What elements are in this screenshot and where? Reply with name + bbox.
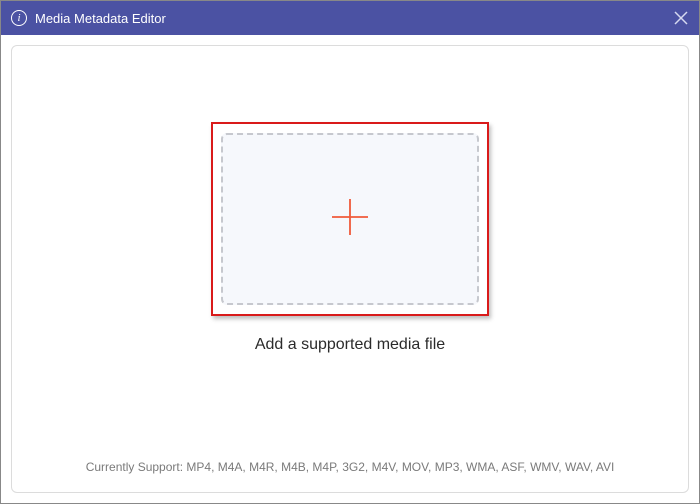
main-panel: Add a supported media file Currently Sup… — [11, 45, 689, 493]
body-area: Add a supported media file Currently Sup… — [1, 35, 699, 503]
plus-icon — [329, 196, 371, 243]
close-icon — [674, 11, 688, 25]
drop-wrap: Add a supported media file — [211, 122, 489, 354]
supported-formats-text: Currently Support: MP4, M4A, M4R, M4B, M… — [12, 460, 688, 474]
info-icon: i — [11, 10, 27, 26]
drop-zone-inner — [221, 133, 479, 305]
window-title: Media Metadata Editor — [35, 11, 673, 26]
title-bar: i Media Metadata Editor — [1, 1, 699, 35]
app-window: i Media Metadata Editor — [0, 0, 700, 504]
close-button[interactable] — [673, 10, 689, 26]
drop-label: Add a supported media file — [255, 336, 445, 354]
add-file-dropzone[interactable] — [211, 122, 489, 316]
